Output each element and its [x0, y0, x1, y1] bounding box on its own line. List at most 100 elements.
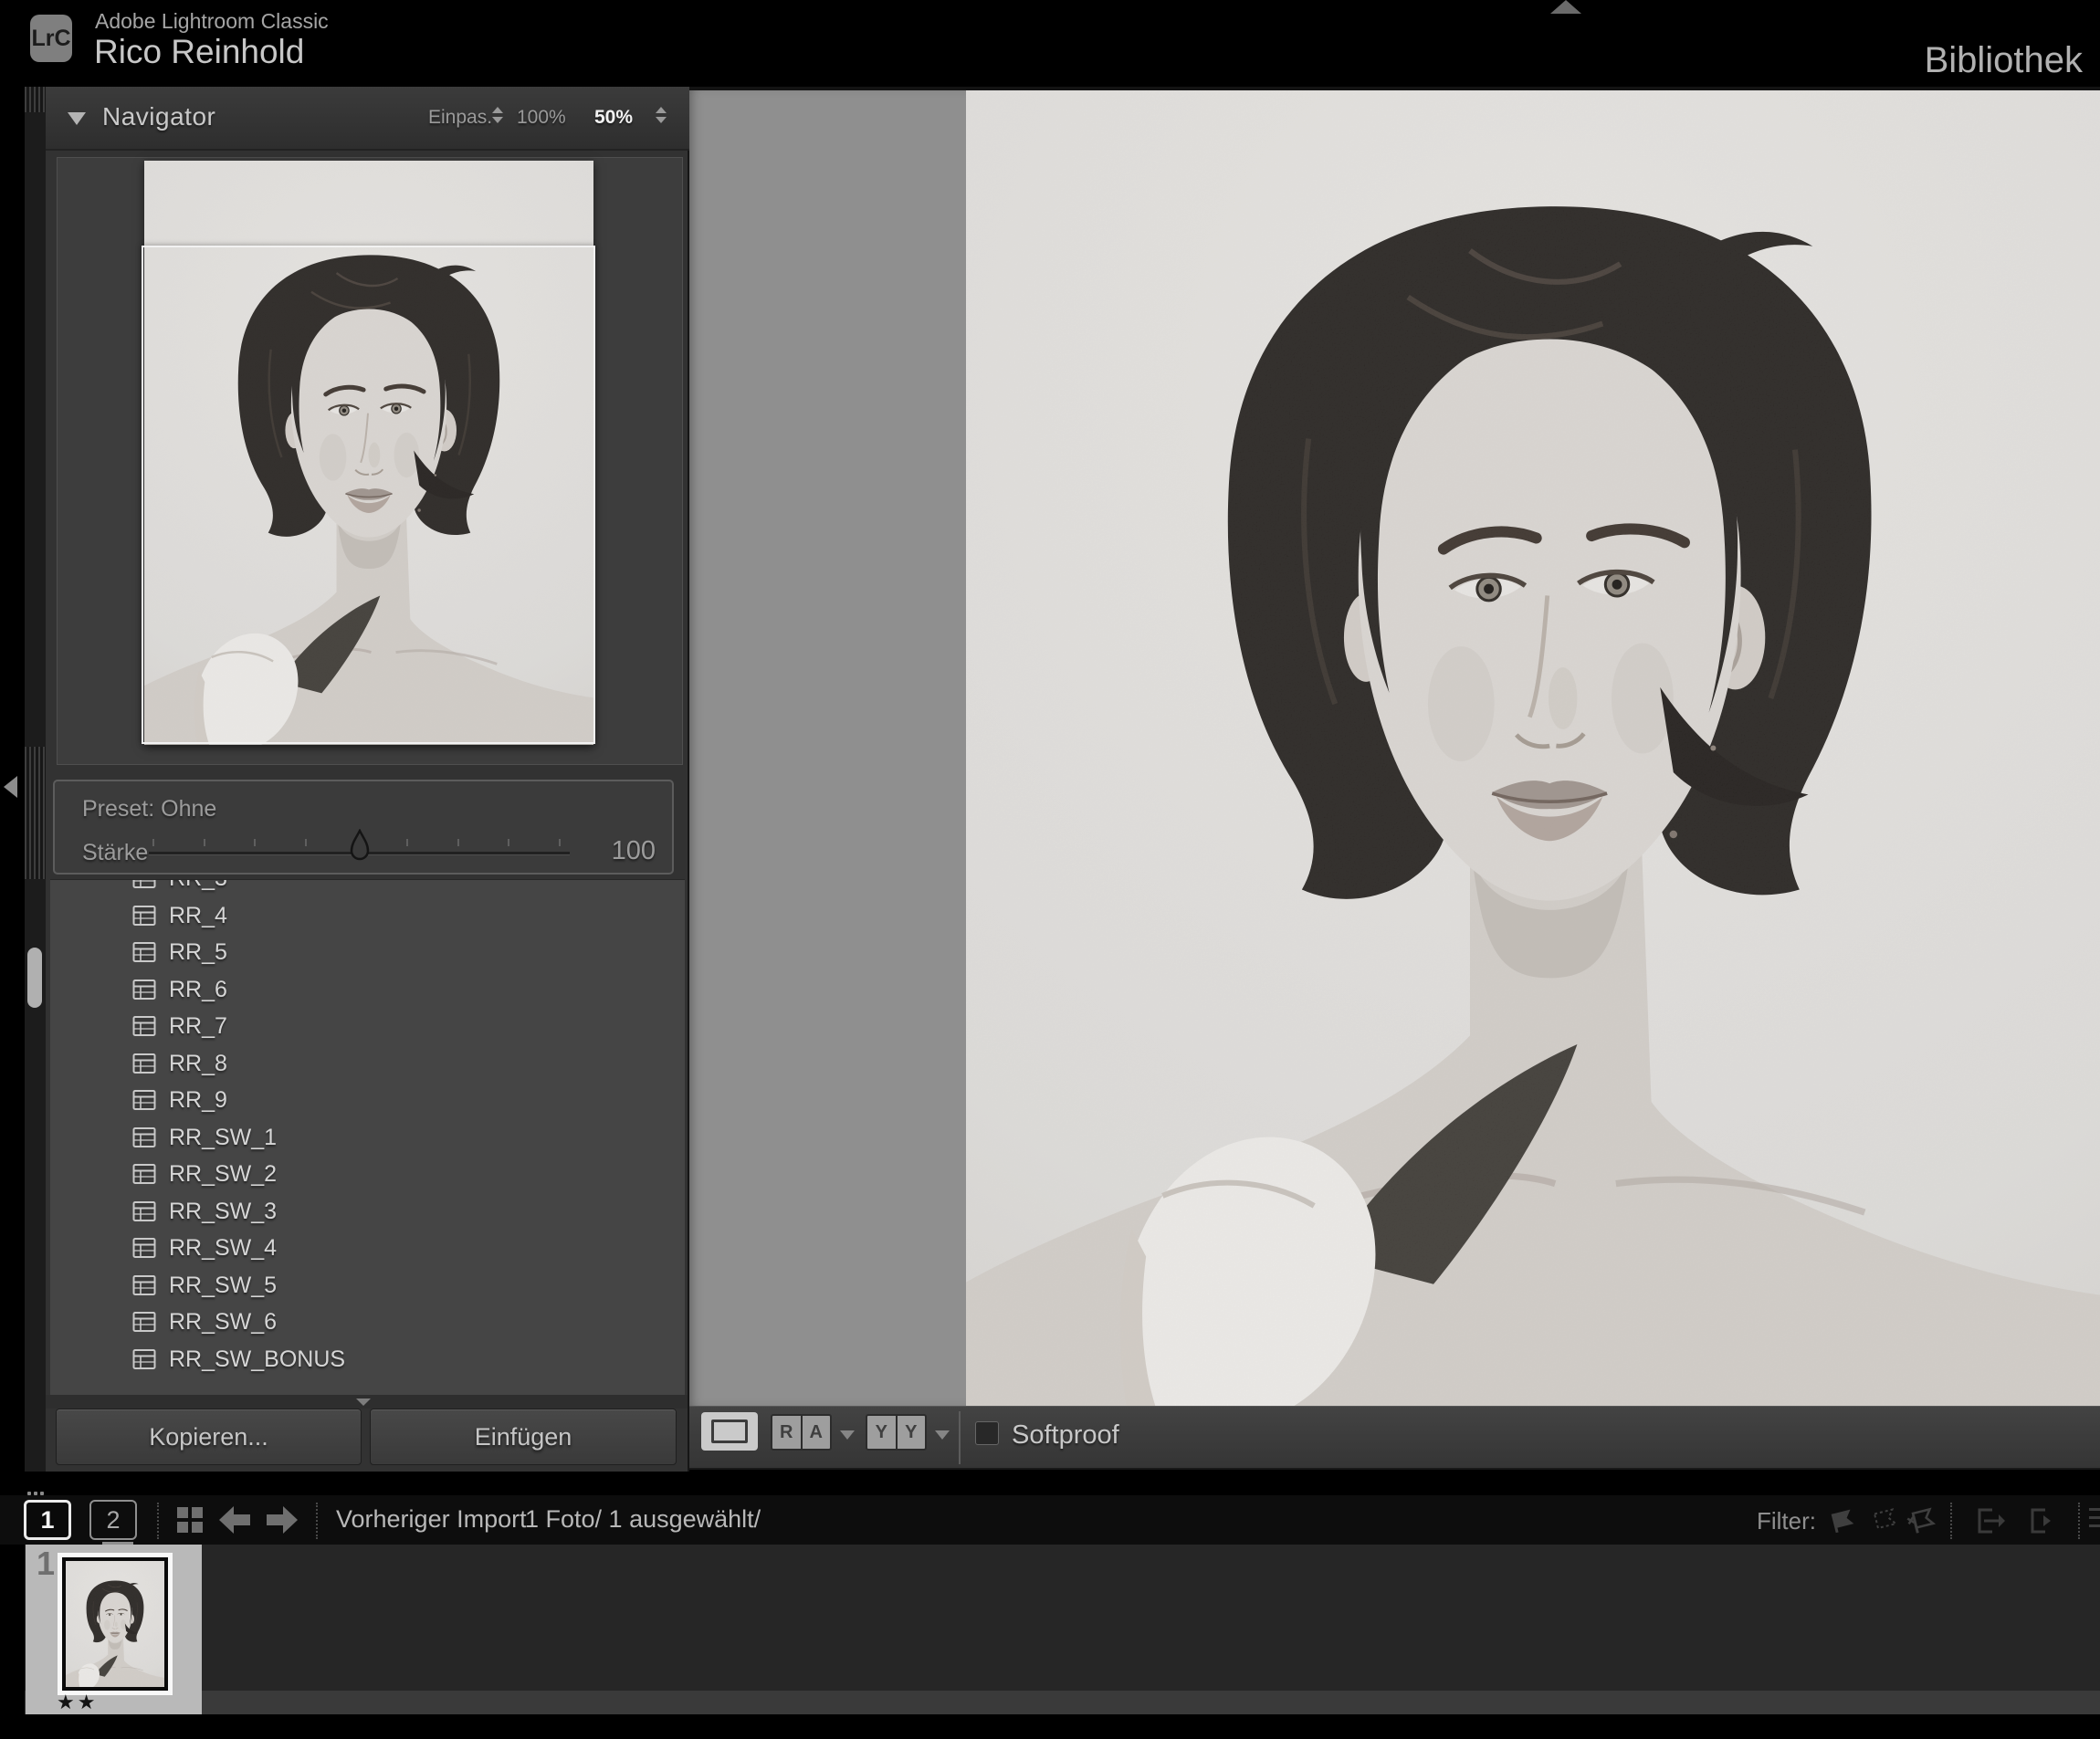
navigator-header[interactable]: Navigator Einpas. 100% 50%: [46, 87, 689, 151]
module-picker-library[interactable]: Bibliothek: [1925, 40, 2083, 81]
identity-plate-user-name: Rico Reinhold: [94, 33, 304, 71]
preset-table-icon: [132, 1015, 156, 1037]
zoom-100-option[interactable]: 100%: [517, 107, 566, 129]
survey-dropdown-icon[interactable]: [935, 1430, 950, 1440]
preset-table-icon: [132, 1053, 156, 1074]
preset-item-rr_5[interactable]: RR_5: [50, 935, 685, 971]
second-window-button[interactable]: 2: [89, 1500, 137, 1540]
preset-table-icon: [132, 1311, 156, 1333]
preset-table-icon: [132, 941, 156, 963]
star-rating[interactable]: ★★: [57, 1691, 98, 1714]
preset-name: RR_SW_6: [169, 1309, 277, 1336]
filmstrip-menu-icon[interactable]: [2089, 1508, 2100, 1532]
preset-name: RR_9: [169, 1087, 227, 1114]
preset-name: RR_SW_3: [169, 1199, 277, 1225]
zoom-stepper-icon[interactable]: [656, 107, 667, 123]
preset-item-rr_8[interactable]: RR_8: [50, 1046, 685, 1083]
triangle-down-icon[interactable]: [68, 112, 86, 125]
preset-item-rr_sw_4[interactable]: RR_SW_4: [50, 1231, 685, 1267]
flag-pick-icon[interactable]: [1826, 1504, 1859, 1535]
left-panel: Navigator Einpas. 100% 50% Preset: Ohne …: [46, 87, 689, 1472]
preset-item-rr_3[interactable]: RR_3: [50, 879, 685, 897]
top-panel-collapse-icon[interactable]: [1550, 0, 1581, 14]
thumbnail-index: 1: [37, 1545, 55, 1583]
softproof-checkbox[interactable]: [975, 1421, 999, 1445]
filmstrip-scrollbar-track[interactable]: [25, 1691, 2100, 1714]
preset-name: RR_5: [169, 939, 227, 966]
navigator-title: Navigator: [102, 102, 215, 131]
panel-end-strip: [46, 1395, 688, 1409]
monitor-dots-icon: [27, 1492, 44, 1495]
preset-item-rr_7[interactable]: RR_7: [50, 1009, 685, 1045]
survey-letter-y1: Y: [867, 1416, 896, 1449]
preset-item-rr_6[interactable]: RR_6: [50, 972, 685, 1009]
preset-name: RR_SW_1: [169, 1125, 277, 1151]
filmstrip-source[interactable]: Vorheriger Import: [336, 1505, 527, 1534]
library-toolbar: R A Y Y Softproof: [689, 1406, 2100, 1470]
preset-table-icon: [132, 1237, 156, 1259]
left-panel-collapse-icon[interactable]: [4, 776, 17, 798]
compare-view-button[interactable]: R A: [771, 1414, 832, 1451]
divider: [316, 1503, 318, 1539]
copy-button[interactable]: Kopieren...: [56, 1409, 362, 1465]
preset-item-rr_sw_3[interactable]: RR_SW_3: [50, 1194, 685, 1231]
strength-value: 100: [601, 836, 656, 866]
preset-table-icon: [132, 979, 156, 1000]
filmstrip-selection-count: 1 Foto/ 1 ausgewählt/: [525, 1505, 761, 1534]
divider: [2078, 1503, 2080, 1539]
preset-item-rr_sw_1[interactable]: RR_SW_1: [50, 1120, 685, 1157]
preset-list: RR_3 RR_4 RR_5: [50, 879, 685, 1395]
strength-slider-handle[interactable]: [346, 829, 373, 865]
titlebar: LrC Adobe Lightroom Classic Rico Reinhol…: [0, 0, 2100, 87]
preset-name: RR_3: [169, 879, 227, 892]
preset-name: RR_8: [169, 1051, 227, 1077]
survey-view-button[interactable]: Y Y: [866, 1414, 927, 1451]
triangle-down-icon[interactable]: [356, 1399, 371, 1406]
preset-table-icon: [132, 1200, 156, 1222]
preset-item-rr_sw_2[interactable]: RR_SW_2: [50, 1157, 685, 1193]
previous-photo-icon[interactable]: [219, 1506, 250, 1534]
preset-name: RR_SW_2: [169, 1161, 277, 1188]
preset-name: RR_6: [169, 977, 227, 1003]
app-name: Adobe Lightroom Classic: [95, 9, 329, 34]
flag-reject-icon[interactable]: [1905, 1504, 1937, 1535]
navigator-zoom-region-rect[interactable]: [142, 246, 595, 744]
export-icon[interactable]: [1970, 1503, 2007, 1539]
preset-item-rr_sw_5[interactable]: RR_SW_5: [50, 1268, 685, 1304]
thumbnail-photo[interactable]: [62, 1557, 168, 1691]
flag-unflagged-icon[interactable]: [1868, 1504, 1901, 1535]
scrollbar-thumb[interactable]: [27, 948, 42, 1008]
preset-item-rr_sw_bonus[interactable]: RR_SW_BONUS: [50, 1342, 685, 1378]
left-panel-scrollbar[interactable]: [25, 87, 46, 1472]
paste-button[interactable]: Einfügen: [370, 1409, 677, 1465]
preset-item-rr_sw_6[interactable]: RR_SW_6: [50, 1304, 685, 1341]
loupe-background-gutter: [689, 90, 966, 1406]
preset-name: RR_SW_5: [169, 1273, 277, 1299]
next-photo-icon[interactable]: [267, 1506, 298, 1534]
preset-table-icon: [132, 905, 156, 927]
export-with-previous-icon[interactable]: [2021, 1503, 2058, 1539]
compare-dropdown-icon[interactable]: [840, 1430, 855, 1440]
preset-table-icon: [132, 1126, 156, 1148]
zoom-fit-option[interactable]: Einpas.: [428, 107, 492, 129]
loupe-view-button[interactable]: [701, 1412, 758, 1451]
filter-label: Filter:: [1757, 1507, 1816, 1535]
loupe-photo[interactable]: [966, 90, 2100, 1406]
panel-grip-texture: [25, 747, 46, 879]
compare-letter-a: A: [801, 1416, 831, 1449]
loupe-view-icon: [711, 1419, 748, 1443]
zoom-fit-stepper-icon[interactable]: [492, 107, 503, 123]
preset-item-rr_9[interactable]: RR_9: [50, 1083, 685, 1119]
grid-view-icon[interactable]: [177, 1507, 203, 1533]
filmstrip-toolbar: 1 2 Vorheriger Import 1 Foto/ 1 ausgewäh…: [0, 1495, 2100, 1545]
filmstrip-thumbnail-cell[interactable]: 1 ★★: [26, 1545, 202, 1714]
zoom-50-option[interactable]: 50%: [594, 107, 633, 129]
panel-grip-texture: [25, 87, 46, 112]
preset-table-icon: [132, 1089, 156, 1111]
main-window-button[interactable]: 1: [24, 1500, 71, 1540]
preset-table-icon: [132, 1348, 156, 1370]
survey-letter-y2: Y: [896, 1416, 926, 1449]
preset-name: RR_SW_BONUS: [169, 1346, 345, 1373]
preset-item-rr_4[interactable]: RR_4: [50, 898, 685, 935]
thumbnail-frame[interactable]: [58, 1553, 173, 1695]
